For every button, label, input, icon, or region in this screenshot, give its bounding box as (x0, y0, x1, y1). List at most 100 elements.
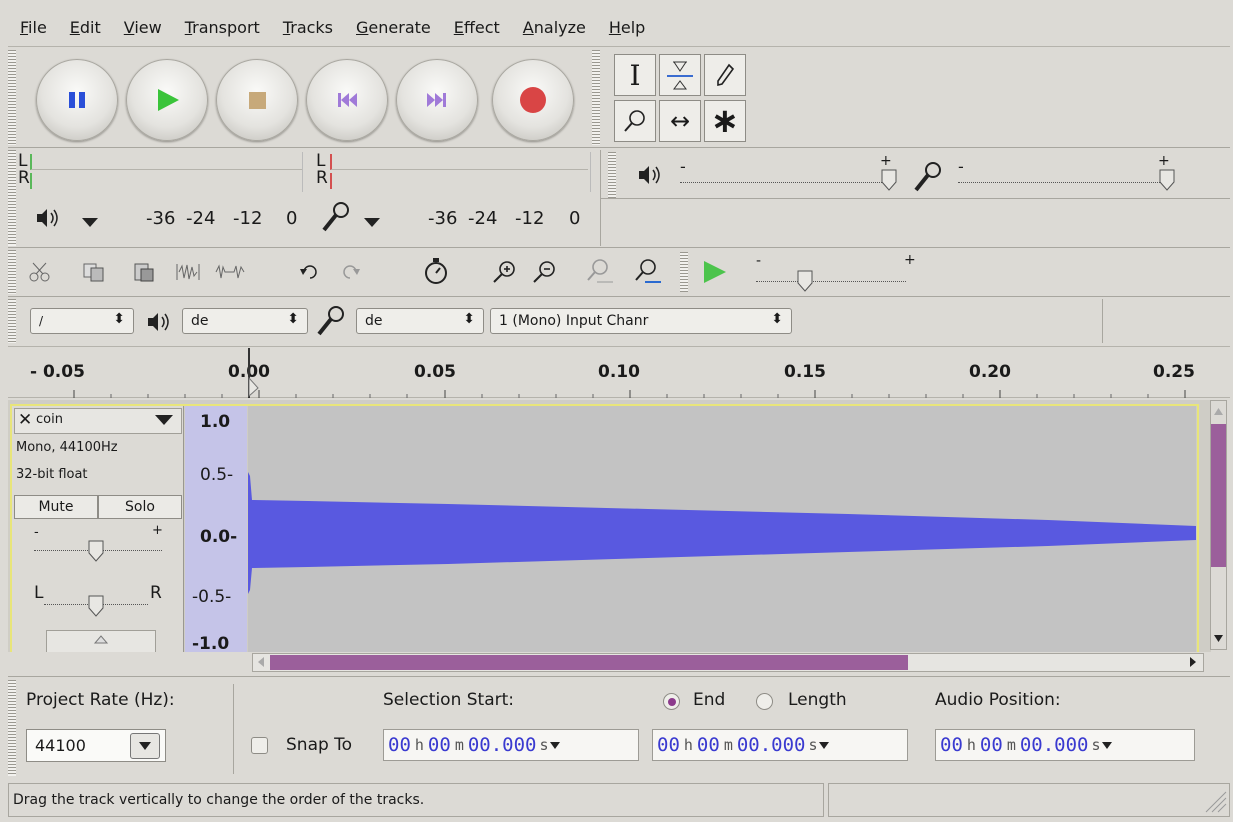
redo-button[interactable] (334, 256, 366, 288)
pan-slider-thumb[interactable] (86, 594, 106, 618)
zoom-out-button[interactable] (528, 256, 560, 288)
silence-button[interactable] (214, 256, 246, 288)
recording-channels-select[interactable]: 1 (Mono) Input Chanr ⬍ (490, 308, 792, 334)
record-scale-36: -36 (428, 208, 458, 229)
zoom-fit-selection-icon (587, 259, 613, 283)
menu-transport[interactable]: Transport (173, 18, 271, 37)
fit-selection-button[interactable] (584, 256, 616, 288)
track-close-button[interactable]: ✕ (18, 410, 32, 430)
record-meter-right-bar[interactable] (330, 173, 588, 189)
record-meter-menu[interactable] (360, 210, 384, 234)
track-name-menu[interactable]: coin (36, 412, 63, 427)
project-rate-dropdown[interactable] (130, 733, 160, 759)
recording-device-select[interactable]: de ⬍ (356, 308, 484, 334)
undo-button[interactable] (294, 256, 326, 288)
multi-tool[interactable]: ∗ (704, 100, 746, 142)
ruler-label-020: 0.20 (969, 362, 1011, 382)
playback-meter-left-bar[interactable] (30, 154, 302, 170)
horizontal-scroll-thumb[interactable] (270, 655, 908, 670)
meter-grip[interactable] (8, 150, 16, 246)
waveform-display[interactable] (248, 406, 1196, 652)
collapse-track-button[interactable] (46, 630, 156, 652)
playback-device-select[interactable]: de ⬍ (182, 308, 308, 334)
audio-position-time[interactable]: 00 h 00 m 00.000 s (935, 729, 1195, 761)
record-volume-thumb[interactable] (1158, 166, 1176, 192)
play-button[interactable] (126, 59, 208, 141)
recording-device-value: de (365, 313, 383, 329)
scroll-down-icon[interactable] (1211, 630, 1226, 648)
playback-volume-track[interactable] (680, 182, 888, 183)
menu-generate[interactable]: Generate (344, 18, 442, 37)
zoom-tool[interactable] (614, 100, 656, 142)
dropdown-arrow-icon[interactable] (1101, 740, 1113, 750)
scroll-right-icon[interactable] (1185, 654, 1201, 671)
record-scale-24: -24 (468, 208, 498, 229)
audio-host-select[interactable]: / ⬍ (30, 308, 134, 334)
start-minutes-unit: m (454, 736, 464, 754)
menu-edit[interactable]: Edit (58, 18, 112, 37)
menu-analyze[interactable]: Analyze (511, 18, 597, 37)
selection-end-time[interactable]: 00 h 00 m 00.000 s (652, 729, 908, 761)
redo-icon (343, 265, 360, 279)
menu-effect[interactable]: Effect (442, 18, 511, 37)
selection-start-time[interactable]: 00 h 00 m 00.000 s (383, 729, 639, 761)
speaker-icon (148, 313, 169, 331)
gain-slider-thumb[interactable] (86, 539, 106, 563)
sync-lock-button[interactable] (418, 253, 454, 289)
playback-volume-minus: - (680, 157, 686, 176)
length-radio[interactable] (756, 693, 773, 710)
copy-button[interactable] (78, 256, 110, 288)
toolbar-grip[interactable] (8, 50, 16, 145)
draw-tool[interactable] (704, 54, 746, 96)
dropdown-arrow-icon[interactable] (818, 740, 830, 750)
end-radio[interactable] (663, 693, 680, 710)
dropdown-arrow-icon[interactable] (549, 740, 561, 750)
playback-meter-menu[interactable] (78, 210, 102, 234)
skip-end-button[interactable] (396, 59, 478, 141)
menu-view[interactable]: View (112, 18, 173, 37)
solo-button[interactable]: Solo (98, 495, 182, 519)
device-grip[interactable] (8, 299, 16, 343)
playback-meter-right-bar[interactable] (30, 173, 302, 189)
menu-tracks[interactable]: Tracks (271, 18, 344, 37)
stop-button[interactable] (216, 59, 298, 141)
record-meter-left-bar[interactable] (330, 154, 588, 170)
menu-file[interactable]: File (8, 18, 58, 37)
selection-grip[interactable] (8, 680, 16, 776)
mixer-grip[interactable] (608, 152, 616, 198)
zoom-fit-project-icon (635, 259, 661, 283)
cut-button[interactable] (24, 256, 56, 288)
mute-button[interactable]: Mute (14, 495, 98, 519)
tools-grip[interactable] (592, 50, 600, 145)
microphone-icon (317, 306, 344, 336)
play-speed-thumb[interactable] (795, 269, 815, 293)
zoom-in-button[interactable] (488, 256, 520, 288)
trim-button[interactable] (172, 256, 204, 288)
selection-start-label: Selection Start: (383, 690, 515, 710)
resize-grip-icon[interactable] (1200, 786, 1228, 814)
play-at-speed-button[interactable] (698, 256, 730, 288)
track-info-rate: Mono, 44100Hz (16, 440, 118, 455)
record-volume-minus: - (958, 157, 964, 176)
envelope-tool[interactable] (659, 54, 701, 96)
selection-tool[interactable]: I (614, 54, 656, 96)
time-shift-tool[interactable]: ↔ (659, 100, 701, 142)
scroll-left-icon[interactable] (253, 654, 269, 671)
fit-project-button[interactable] (632, 256, 664, 288)
dropdown-arrow-icon[interactable] (154, 414, 174, 426)
vertical-scroll-thumb[interactable] (1211, 424, 1226, 567)
record-button[interactable] (492, 59, 574, 141)
menu-help[interactable]: Help (597, 18, 656, 37)
play-speed-track[interactable] (756, 281, 906, 282)
scroll-up-icon[interactable] (1211, 402, 1226, 420)
playback-volume-thumb[interactable] (880, 166, 898, 192)
edit-grip[interactable] (8, 250, 16, 294)
pos-minutes-unit: m (1006, 736, 1016, 754)
pause-button[interactable] (36, 59, 118, 141)
skip-start-button[interactable] (306, 59, 388, 141)
snap-to-checkbox[interactable] (251, 737, 268, 754)
paste-button[interactable] (128, 256, 160, 288)
stop-icon (249, 92, 266, 109)
record-volume-track[interactable] (958, 182, 1166, 183)
play-at-speed-grip[interactable] (680, 252, 688, 292)
